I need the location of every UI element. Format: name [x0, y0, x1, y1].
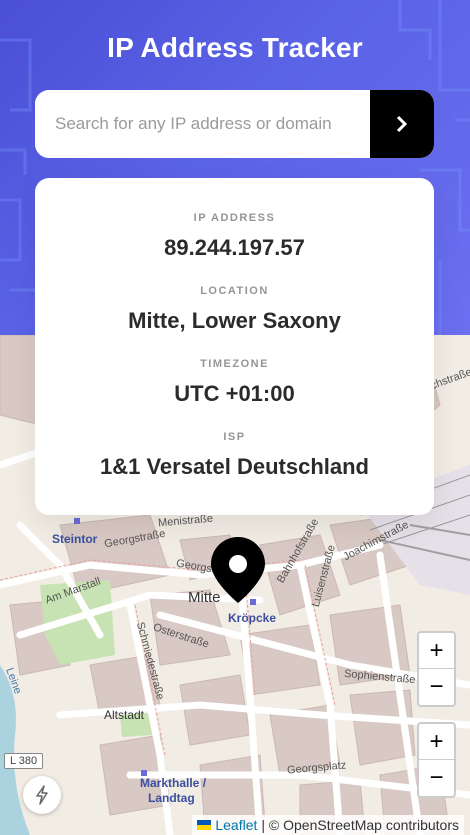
- map-attribution: Leaflet | © OpenStreetMap contributors: [192, 815, 464, 835]
- isp-label: ISP: [223, 431, 246, 443]
- chevron-right-icon: [396, 115, 408, 133]
- zoom-in-button[interactable]: +: [419, 633, 454, 669]
- zoom-control-primary: + −: [417, 631, 456, 707]
- zoom-out-button[interactable]: −: [419, 669, 454, 705]
- ip-info-card: IP ADDRESS 89.244.197.57 LOCATION Mitte,…: [35, 178, 434, 515]
- zoom-out-button-secondary[interactable]: −: [419, 760, 454, 796]
- location-label: LOCATION: [200, 285, 269, 297]
- road-badge: L 380: [4, 753, 44, 769]
- page-title: IP Address Tracker: [107, 32, 363, 63]
- zoom-control-secondary: + −: [417, 722, 456, 798]
- timezone-label: TIMEZONE: [200, 358, 269, 370]
- leaflet-link[interactable]: Leaflet: [215, 816, 257, 834]
- search-input[interactable]: [35, 90, 370, 158]
- bolt-button[interactable]: [23, 776, 61, 814]
- zoom-in-button-secondary[interactable]: +: [419, 724, 454, 760]
- map-label-markthalle: Markthalle /: [140, 776, 207, 790]
- map-label-altstadt: Altstadt: [104, 708, 145, 722]
- location-marker-icon: [211, 537, 265, 603]
- map-label-kroepcke: Kröpcke: [228, 611, 277, 625]
- search-bar: [35, 90, 434, 158]
- map-label-steintor: Steintor: [52, 532, 98, 546]
- ip-address-value: 89.244.197.57: [164, 235, 305, 260]
- isp-value: 1&1 Versatel Deutschland: [99, 454, 369, 479]
- location-value: Mitte, Lower Saxony: [128, 308, 341, 333]
- search-submit-button[interactable]: [370, 90, 434, 158]
- timezone-value: UTC +01:00: [174, 381, 295, 406]
- lightning-icon: [36, 785, 48, 805]
- ukraine-flag-icon: [197, 820, 212, 830]
- ip-address-label: IP ADDRESS: [193, 212, 276, 224]
- osm-attribution: | © OpenStreetMap contributors: [261, 817, 459, 833]
- map-label-landtag: Landtag: [148, 791, 195, 805]
